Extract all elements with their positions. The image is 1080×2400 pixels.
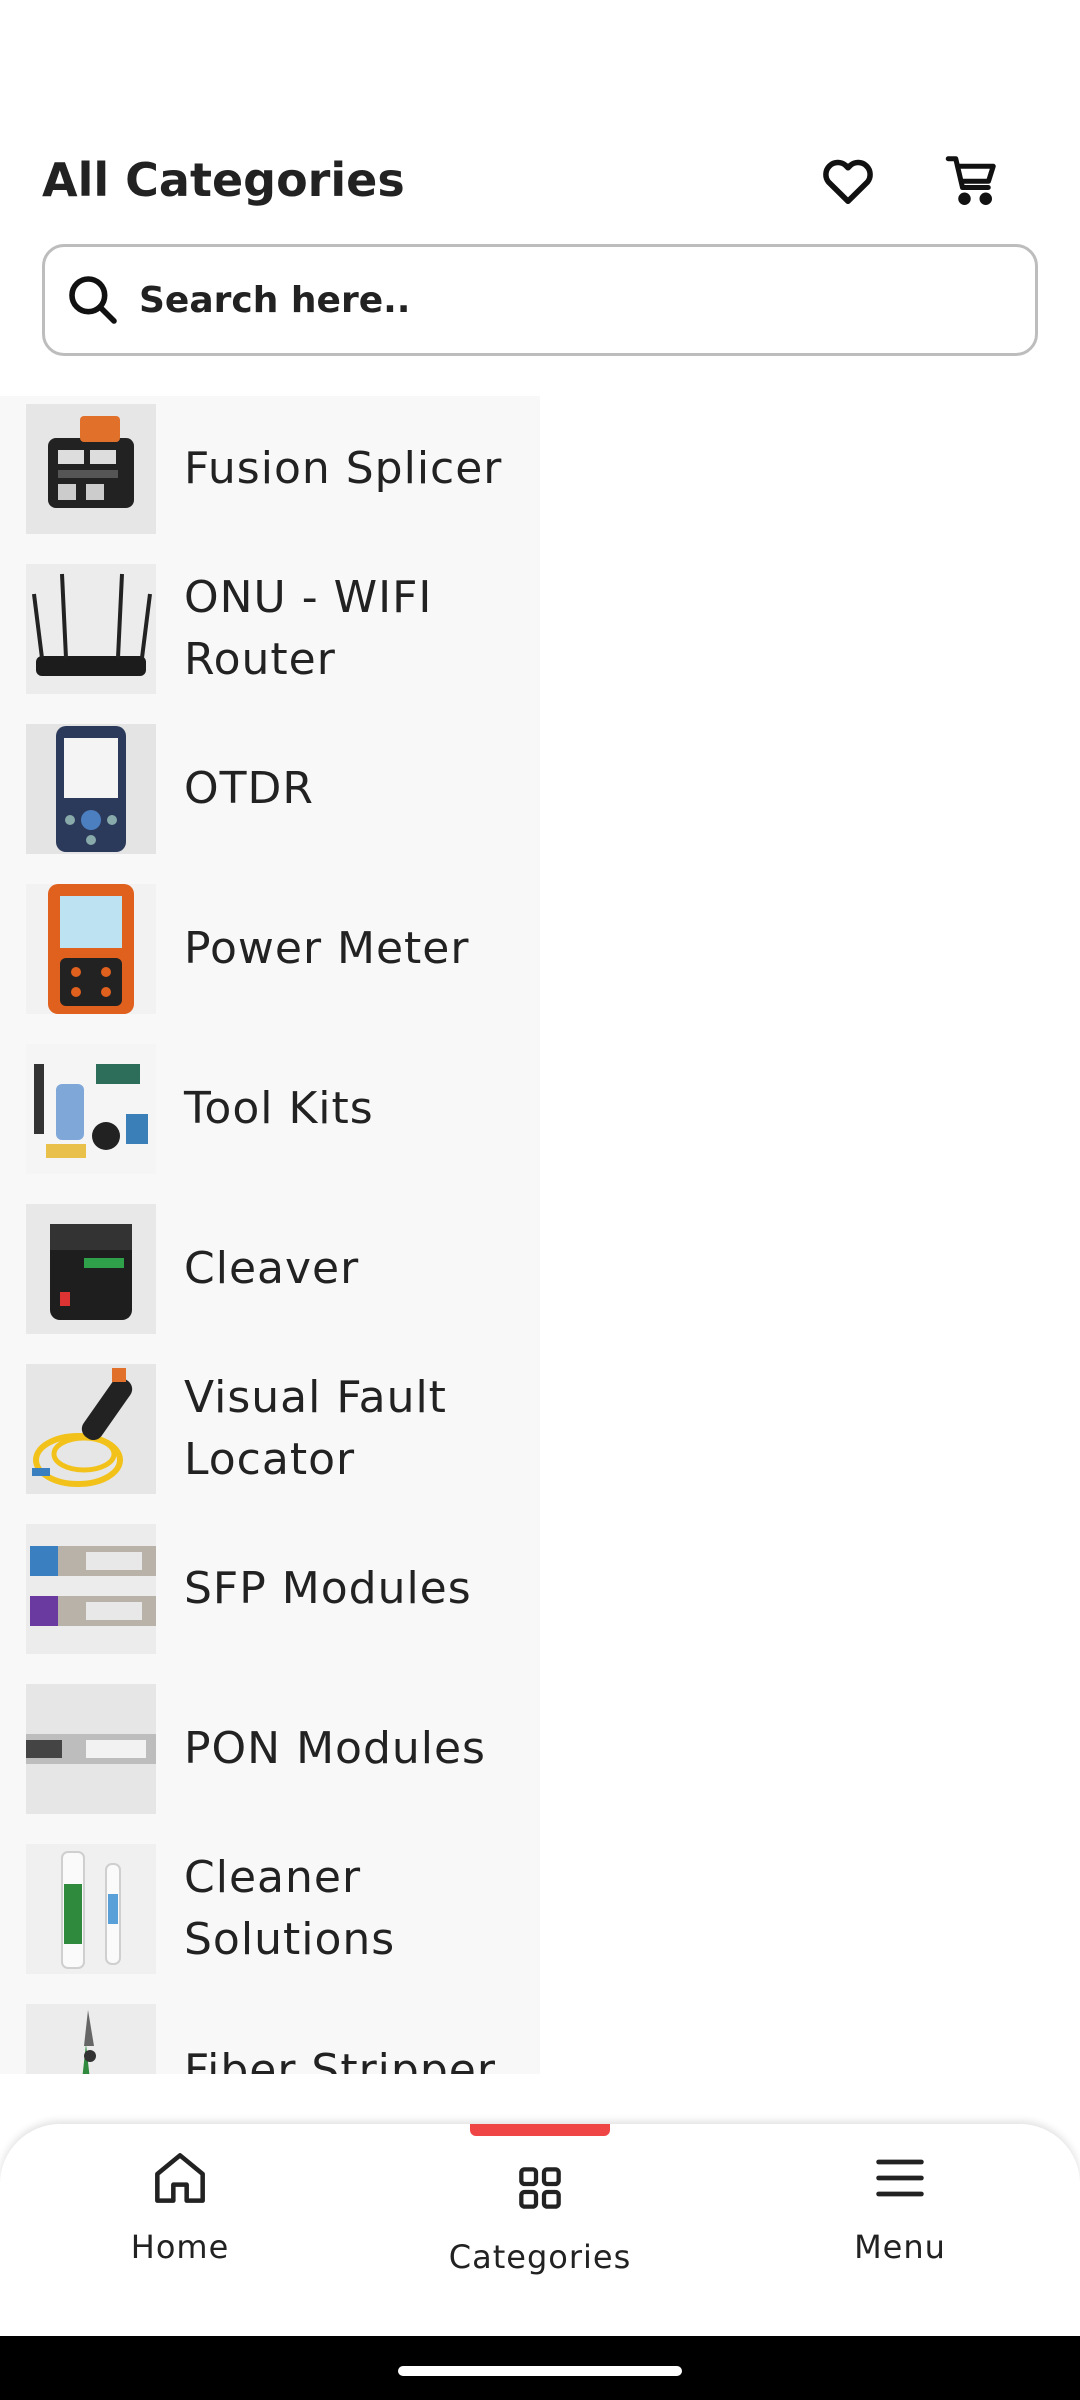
category-item-power-meter[interactable]: Power Meter — [0, 876, 540, 1036]
category-item-otdr[interactable]: OTDR — [0, 716, 540, 876]
vfl-thumbnail — [26, 1364, 156, 1494]
fusion-splicer-thumbnail — [26, 404, 156, 534]
nav-home-label: Home — [130, 2228, 230, 2266]
active-tab-indicator — [470, 2124, 610, 2136]
category-label: Cleaner Solutions — [184, 1852, 396, 1965]
category-item-fiber-stripper[interactable]: Fiber Stripper — [0, 1996, 540, 2074]
category-item-cleaver[interactable]: Cleaver — [0, 1196, 540, 1356]
heart-icon — [823, 159, 873, 204]
home-icon — [155, 2153, 205, 2203]
tool-kit-thumbnail — [26, 1044, 156, 1174]
category-label: Visual Fault Locator — [184, 1372, 447, 1485]
nav-home[interactable]: Home — [70, 2146, 290, 2336]
category-label: SFP Modules — [184, 1563, 472, 1614]
category-label: Tool Kits — [184, 1083, 374, 1134]
router-thumbnail — [26, 564, 156, 694]
otdr-thumbnail — [26, 724, 156, 854]
sfp-thumbnail — [26, 1524, 156, 1654]
cleaner-thumbnail — [26, 1844, 156, 1974]
search-input[interactable] — [139, 279, 999, 321]
category-list[interactable]: Fusion Splicer ONU - WIFI Router OTDR Po… — [0, 396, 540, 2074]
category-label: PON Modules — [184, 1723, 486, 1774]
category-label: Power Meter — [184, 923, 470, 974]
category-item-cleaner-solutions[interactable]: Cleaner Solutions — [0, 1836, 540, 1996]
menu-icon — [876, 2159, 924, 2197]
category-label: OTDR — [184, 763, 314, 814]
stripper-thumbnail — [26, 2004, 156, 2074]
nav-menu-label: Menu — [854, 2228, 946, 2266]
category-item-fusion-splicer[interactable]: Fusion Splicer — [0, 396, 540, 556]
grid-icon — [519, 2167, 561, 2209]
search-icon — [63, 270, 123, 330]
cart-icon — [945, 156, 996, 205]
pon-thumbnail — [26, 1684, 156, 1814]
nav-categories-label: Categories — [448, 2238, 632, 2276]
cleaver-thumbnail — [26, 1204, 156, 1334]
page-title: All Categories — [42, 153, 405, 207]
category-label: ONU - WIFI Router — [184, 572, 433, 685]
home-gesture-handle[interactable] — [398, 2366, 682, 2376]
cart-button[interactable] — [940, 148, 1004, 212]
category-item-tool-kits[interactable]: Tool Kits — [0, 1036, 540, 1196]
category-item-visual-fault-locator[interactable]: Visual Fault Locator — [0, 1356, 540, 1516]
category-item-onu-wifi-router[interactable]: ONU - WIFI Router — [0, 556, 540, 716]
category-item-sfp-modules[interactable]: SFP Modules — [0, 1516, 540, 1676]
nav-categories[interactable]: Categories — [430, 2156, 650, 2346]
nav-menu[interactable]: Menu — [790, 2146, 1010, 2336]
app-header: All Categories — [0, 0, 1080, 380]
category-label: Fiber Stripper — [184, 2045, 496, 2074]
search-bar[interactable] — [42, 244, 1038, 356]
power-meter-thumbnail — [26, 884, 156, 1014]
category-label: Fusion Splicer — [184, 443, 503, 494]
wishlist-button[interactable] — [816, 148, 880, 212]
category-label: Cleaver — [184, 1243, 360, 1294]
category-item-pon-modules[interactable]: PON Modules — [0, 1676, 540, 1836]
